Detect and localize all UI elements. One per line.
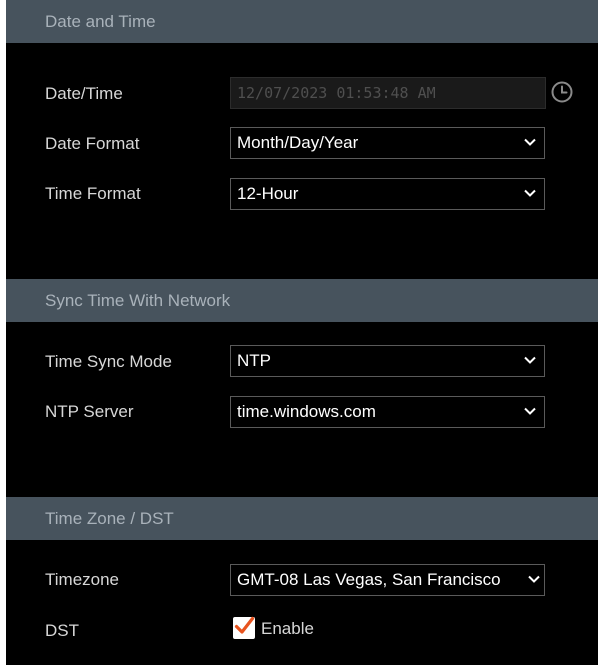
dst-label: DST bbox=[45, 621, 79, 640]
chevron-down-icon bbox=[524, 356, 536, 364]
clock-icon[interactable] bbox=[549, 79, 575, 105]
timezone-section-header: Time Zone / DST bbox=[6, 497, 598, 540]
chevron-down-icon bbox=[524, 189, 536, 197]
time-format-value: 12-Hour bbox=[237, 184, 299, 203]
time-sync-mode-value: NTP bbox=[237, 351, 271, 370]
timezone-select[interactable]: GMT-08 Las Vegas, San Francisco bbox=[230, 564, 545, 596]
settings-panel: Date and Time Date/Time 12/07/2023 01:53… bbox=[6, 0, 598, 665]
time-sync-mode-label: Time Sync Mode bbox=[45, 352, 172, 371]
dst-enable-label[interactable]: Enable bbox=[261, 619, 314, 639]
sync-section-header: Sync Time With Network bbox=[6, 279, 598, 322]
date-format-label: Date Format bbox=[45, 134, 140, 153]
date-time-value: 12/07/2023 01:53:48 AM bbox=[237, 84, 436, 102]
date-time-section-header: Date and Time bbox=[6, 0, 598, 43]
time-format-select[interactable]: 12-Hour bbox=[230, 178, 545, 210]
chevron-down-icon bbox=[524, 407, 536, 415]
date-time-label: Date/Time bbox=[45, 84, 123, 103]
chevron-down-icon bbox=[524, 138, 536, 146]
date-format-value: Month/Day/Year bbox=[237, 133, 359, 152]
chevron-down-icon bbox=[528, 575, 540, 583]
date-format-select[interactable]: Month/Day/Year bbox=[230, 127, 545, 159]
dst-enable-checkbox[interactable] bbox=[233, 616, 255, 639]
ntp-server-select[interactable]: time.windows.com bbox=[230, 396, 545, 428]
time-format-label: Time Format bbox=[45, 184, 141, 203]
time-sync-mode-select[interactable]: NTP bbox=[230, 345, 545, 377]
date-time-field: 12/07/2023 01:53:48 AM bbox=[230, 77, 546, 109]
checkmark-icon bbox=[234, 616, 255, 634]
timezone-label: Timezone bbox=[45, 570, 120, 589]
ntp-server-label: NTP Server bbox=[45, 402, 134, 421]
ntp-server-value: time.windows.com bbox=[237, 402, 376, 421]
timezone-value: GMT-08 Las Vegas, San Francisco bbox=[237, 570, 501, 589]
